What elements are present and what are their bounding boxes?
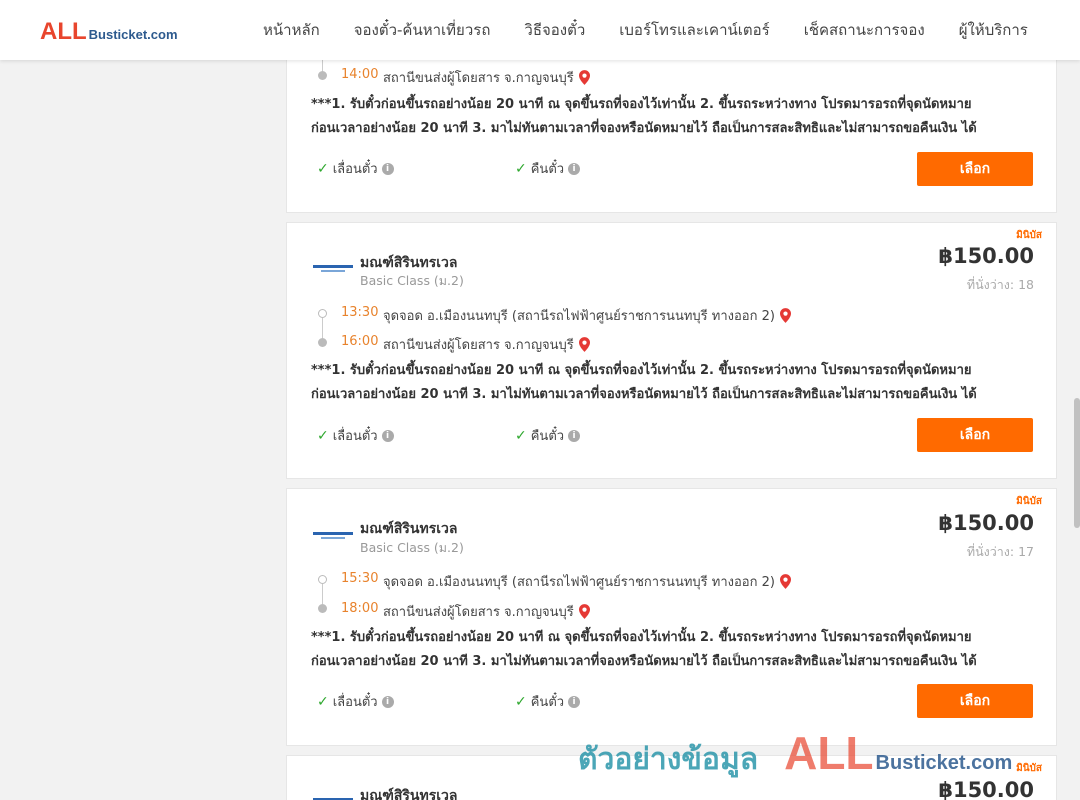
feature-refund-label: คืนตั๋ว xyxy=(530,695,565,710)
feature-refund: ✓ คืนตั๋ว i xyxy=(515,691,581,712)
nav-item-book-search[interactable]: จองตั๋ว-ค้นหาเที่ยวรถ xyxy=(337,18,508,42)
ticket-price: ฿150.00 xyxy=(938,244,1034,268)
select-button[interactable]: เลือก xyxy=(917,152,1033,186)
logo-domain-text: Busticket.com xyxy=(88,27,178,42)
select-button[interactable]: เลือก xyxy=(917,418,1033,452)
map-pin-icon[interactable] xyxy=(578,70,590,85)
check-icon: ✓ xyxy=(515,160,527,177)
operator-logo xyxy=(313,259,353,277)
note-line-2: ก่อนเวลาอย่างน้อย 20 นาที 3. มาไม่ทันตาม… xyxy=(311,387,977,402)
vehicle-type-tag: มินิบัส xyxy=(1016,763,1042,774)
note-line-2: ก่อนเวลาอย่างน้อย 20 นาที 3. มาไม่ทันตาม… xyxy=(311,121,977,136)
seat-class: Basic Class (ม.2) xyxy=(360,273,464,288)
arrival-station-label: สถานีขนส่งผู้โดยสาร จ.กาญจนบุรี xyxy=(383,338,574,353)
ticket-price: ฿150.00 xyxy=(938,511,1034,535)
feature-reschedule-label: เลื่อนตั๋ว xyxy=(332,162,378,177)
departure-station: จุดจอด อ.เมืองนนทบุรี (สถานีรถไฟฟ้าศูนย์… xyxy=(383,571,791,592)
select-button[interactable]: เลือก xyxy=(917,684,1033,718)
site-logo[interactable]: ALL Busticket.com xyxy=(40,18,178,46)
feature-refund: ✓ คืนตั๋ว i xyxy=(515,425,581,446)
arrival-time: 14:00 xyxy=(341,67,379,82)
departure-station-label: จุดจอด อ.เมืองนนทบุรี (สถานีรถไฟฟ้าศูนย์… xyxy=(383,309,775,324)
nav-item-operators[interactable]: ผู้ให้บริการ xyxy=(942,18,1045,42)
feature-reschedule-label: เลื่อนตั๋ว xyxy=(332,695,378,710)
trip-note: ***1. รับตั๋วก่อนขึ้นรถอย่างน้อย 20 นาที… xyxy=(311,93,1046,141)
note-line-2: ก่อนเวลาอย่างน้อย 20 นาที 3. มาไม่ทันตาม… xyxy=(311,654,977,669)
map-pin-icon[interactable] xyxy=(578,604,590,619)
departure-dot xyxy=(318,309,327,318)
info-icon[interactable]: i xyxy=(381,162,394,175)
map-pin-icon[interactable] xyxy=(779,308,791,323)
arrival-time: 18:00 xyxy=(341,601,379,616)
check-icon: ✓ xyxy=(317,160,329,177)
feature-reschedule: ✓ เลื่อนตั๋ว i xyxy=(317,158,394,179)
arrival-dot xyxy=(318,71,327,80)
note-line-1: ***1. รับตั๋วก่อนขึ้นรถอย่างน้อย 20 นาที… xyxy=(311,630,972,645)
info-icon[interactable]: i xyxy=(568,162,581,175)
arrival-station: สถานีขนส่งผู้โดยสาร จ.กาญจนบุรี xyxy=(383,334,590,355)
check-icon: ✓ xyxy=(317,693,329,710)
note-line-1: ***1. รับตั๋วก่อนขึ้นรถอย่างน้อย 20 นาที… xyxy=(311,363,972,378)
map-pin-icon[interactable] xyxy=(779,574,791,589)
route-line xyxy=(322,318,323,338)
check-icon: ✓ xyxy=(515,693,527,710)
check-icon: ✓ xyxy=(317,427,329,444)
vehicle-type-tag: มินิบัส xyxy=(1016,496,1042,507)
info-icon[interactable]: i xyxy=(381,429,394,442)
info-icon[interactable]: i xyxy=(381,695,394,708)
nav-item-how-to-book[interactable]: วิธีจองตั๋ว xyxy=(507,18,602,42)
arrival-time: 16:00 xyxy=(341,334,379,349)
arrival-station: สถานีขนส่งผู้โดยสาร จ.กาญจนบุรี xyxy=(383,67,590,88)
operator-name: มณฑ์สิรินทรเวล xyxy=(360,521,458,537)
feature-refund-label: คืนตั๋ว xyxy=(530,162,565,177)
departure-station: จุดจอด อ.เมืองนนทบุรี (สถานีรถไฟฟ้าศูนย์… xyxy=(383,305,791,326)
info-icon[interactable]: i xyxy=(568,429,581,442)
nav-item-check-status[interactable]: เช็คสถานะการจอง xyxy=(787,18,942,42)
info-icon[interactable]: i xyxy=(568,695,581,708)
seats-available: ที่นั่งว่าง: 18 xyxy=(966,277,1034,292)
feature-refund: ✓ คืนตั๋ว i xyxy=(515,158,581,179)
departure-time: 13:30 xyxy=(341,305,379,320)
nav-menu: หน้าหลัก จองตั๋ว-ค้นหาเที่ยวรถ วิธีจองตั… xyxy=(246,0,1045,60)
page-scrollbar[interactable] xyxy=(1074,398,1080,528)
arrival-dot xyxy=(318,604,327,613)
nav-item-home[interactable]: หน้าหลัก xyxy=(246,18,337,42)
seats-available: ที่นั่งว่าง: 17 xyxy=(966,544,1034,559)
departure-station-label: จุดจอด อ.เมืองนนทบุรี (สถานีรถไฟฟ้าศูนย์… xyxy=(383,575,775,590)
departure-time: 15:30 xyxy=(341,571,379,586)
operator-logo xyxy=(313,792,353,800)
arrival-dot xyxy=(318,338,327,347)
arrival-station-label: สถานีขนส่งผู้โดยสาร จ.กาญจนบุรี xyxy=(383,71,574,86)
check-icon: ✓ xyxy=(515,427,527,444)
nav-item-phone-counter[interactable]: เบอร์โทรและเคาน์เตอร์ xyxy=(602,18,786,42)
map-pin-icon[interactable] xyxy=(578,337,590,352)
ticket-price: ฿150.00 xyxy=(938,778,1034,800)
operator-name: มณฑ์สิรินทรเวล xyxy=(360,788,458,800)
trip-note: ***1. รับตั๋วก่อนขึ้นรถอย่างน้อย 20 นาที… xyxy=(311,359,1046,407)
logo-all-text: ALL xyxy=(40,18,87,45)
feature-reschedule: ✓ เลื่อนตั๋ว i xyxy=(317,425,394,446)
trip-card: มินิบัส มณฑ์สิรินทรเวล Basic Class (ม.2)… xyxy=(286,488,1057,746)
vehicle-type-tag: มินิบัส xyxy=(1016,230,1042,241)
arrival-station: สถานีขนส่งผู้โดยสาร จ.กาญจนบุรี xyxy=(383,601,590,622)
arrival-station-label: สถานีขนส่งผู้โดยสาร จ.กาญจนบุรี xyxy=(383,605,574,620)
feature-refund-label: คืนตั๋ว xyxy=(530,429,565,444)
trip-card: มินิบัส มณฑ์สิรินทรเวล Basic Class (ม.2)… xyxy=(286,222,1057,479)
note-line-1: ***1. รับตั๋วก่อนขึ้นรถอย่างน้อย 20 นาที… xyxy=(311,97,972,112)
departure-dot xyxy=(318,575,327,584)
route-line xyxy=(322,584,323,604)
trip-card-partial: 14:00 สถานีขนส่งผู้โดยสาร จ.กาญจนบุรี **… xyxy=(286,40,1057,213)
top-navbar: ALL Busticket.com หน้าหลัก จองตั๋ว-ค้นหา… xyxy=(0,0,1080,60)
operator-logo xyxy=(313,526,353,544)
trip-note: ***1. รับตั๋วก่อนขึ้นรถอย่างน้อย 20 นาที… xyxy=(311,626,1046,674)
seat-class: Basic Class (ม.2) xyxy=(360,540,464,555)
trip-card-partial: มินิบัส มณฑ์สิรินทรเวล ฿150.00 xyxy=(286,755,1057,800)
feature-reschedule-label: เลื่อนตั๋ว xyxy=(332,429,378,444)
feature-reschedule: ✓ เลื่อนตั๋ว i xyxy=(317,691,394,712)
